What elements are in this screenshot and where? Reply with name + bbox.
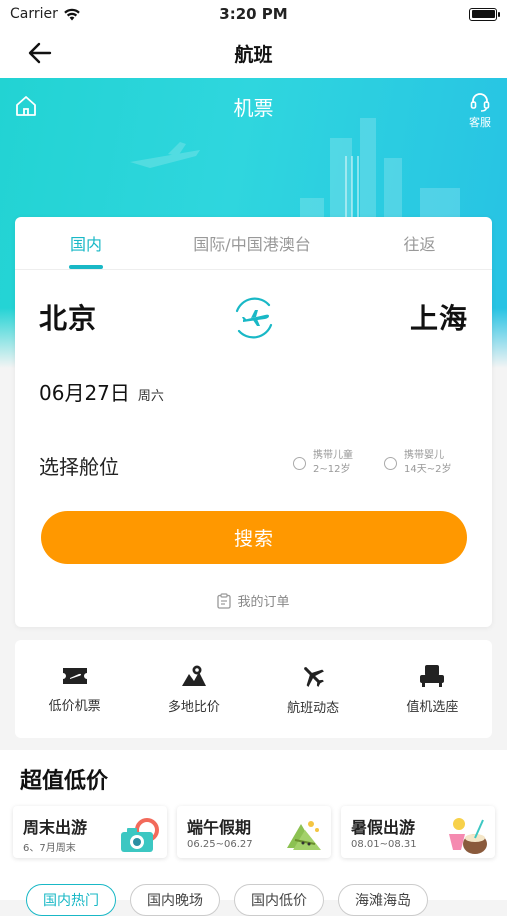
arrival-city[interactable]: 上海 [410,297,468,337]
service-shortcuts: 低价机票 多地比价 航班动态 值机选座 [15,640,492,738]
tab-label: 往返 [403,235,436,254]
shortcut-label: 多地比价 [167,699,220,715]
shortcut-flight-status[interactable]: 航班动态 [254,663,373,716]
infant-radio[interactable] [384,456,397,470]
departure-date: 06月27日 [39,381,130,405]
ticket-icon [62,667,87,684]
cabin-selector[interactable]: 选择舱位 [39,451,119,480]
shortcut-label: 低价机票 [48,698,101,714]
child-option-title: 携带儿童 [313,450,353,461]
tab-domestic[interactable]: 国内 [15,217,157,269]
shortcut-low-price-tickets[interactable]: 低价机票 [15,665,134,714]
deal-card-summer[interactable]: 暑假出游 08.01~08.31 [341,806,495,858]
trip-type-tabs: 国内 国际/中国港澳台 往返 [15,217,492,270]
cabin-row: 选择舱位 携带儿童 2~12岁 携带婴儿 14天~2岁 [39,447,469,483]
clipboard-icon [217,592,232,609]
with-infant-option[interactable]: 携带婴儿 14天~2岁 [384,449,451,477]
shortcut-label: 航班动态 [287,700,340,716]
tab-international[interactable]: 国际/中国港澳台 [157,217,347,269]
battery-indicator [327,7,500,21]
deals-section: 超值低价 周末出游 6、7月周末 端午假期 06.25~06.27 暑假出游 0… [0,750,507,916]
chip-domestic-low-price[interactable]: 国内低价 [234,884,324,916]
back-arrow-icon[interactable] [26,40,54,66]
deals-heading: 超值低价 [20,769,109,794]
wifi-icon [64,8,80,20]
shortcut-label: 值机选座 [406,699,459,715]
customer-service-button[interactable]: 客服 [465,92,495,130]
chip-domestic-late[interactable]: 国内晚场 [130,884,220,916]
deal-card-weekend[interactable]: 周末出游 6、7月周末 [13,806,167,858]
route-selector: 北京 上海 [15,285,492,355]
child-option-age: 2~12岁 [313,464,351,475]
deal-title: 暑假出游 [351,818,416,837]
with-child-option[interactable]: 携带儿童 2~12岁 [293,449,353,477]
nav-bar: 航班 [0,28,507,78]
plane-icon [304,666,325,687]
map-pin-icon [181,665,206,686]
deal-card-dragon-boat[interactable]: 端午假期 06.25~06.27 [177,806,331,858]
infant-option-age: 14天~2岁 [404,464,452,475]
customer-service-label: 客服 [469,116,491,129]
deal-subtitle: 08.01~08.31 [351,839,417,850]
date-selector[interactable]: 06月27日 周六 [39,377,164,406]
camera-icon [121,818,159,852]
child-radio[interactable] [293,456,306,470]
active-tab-indicator [69,265,103,269]
tab-label: 国际/中国港澳台 [193,235,311,254]
page-title: 航班 [234,43,273,66]
zongzi-icon [287,821,321,850]
departure-weekday: 周六 [137,389,164,404]
deal-subtitle: 6、7月周末 [23,843,76,854]
status-time: 3:20 PM [219,5,288,23]
shortcut-multi-city-compare[interactable]: 多地比价 [134,664,253,715]
status-bar: Carrier 3:20 PM [0,0,507,28]
search-button[interactable]: 搜索 [41,511,467,564]
carrier-label: Carrier [10,6,58,22]
swap-cities-icon[interactable] [229,293,279,343]
deal-title: 端午假期 [187,818,252,837]
seat-icon [420,664,445,687]
chip-domestic-popular[interactable]: 国内热门 [26,884,116,916]
shortcut-check-in-seat[interactable]: 值机选座 [373,664,492,715]
my-orders-label: 我的订单 [237,595,290,610]
drink-icon [449,818,487,854]
my-orders-link[interactable]: 我的订单 [15,591,492,610]
hero-title: 机票 [233,96,274,120]
chip-beach-island[interactable]: 海滩海岛 [338,884,428,916]
headset-icon [470,93,490,112]
deal-category-chips: 国内热门 国内晚场 国内低价 海滩海岛 [26,884,428,916]
flight-search-card: 国内 国际/中国港澳台 往返 北京 上海 06月27日 周六 选择舱位 携带儿童… [15,217,492,627]
tab-label: 国内 [69,235,102,254]
tab-round-trip[interactable]: 往返 [347,217,492,269]
carrier-info: Carrier [10,6,180,22]
battery-icon [469,7,500,21]
infant-option-title: 携带婴儿 [404,450,444,461]
departure-city[interactable]: 北京 [39,297,97,337]
deal-subtitle: 06.25~06.27 [187,839,253,850]
deal-title: 周末出游 [23,818,88,837]
